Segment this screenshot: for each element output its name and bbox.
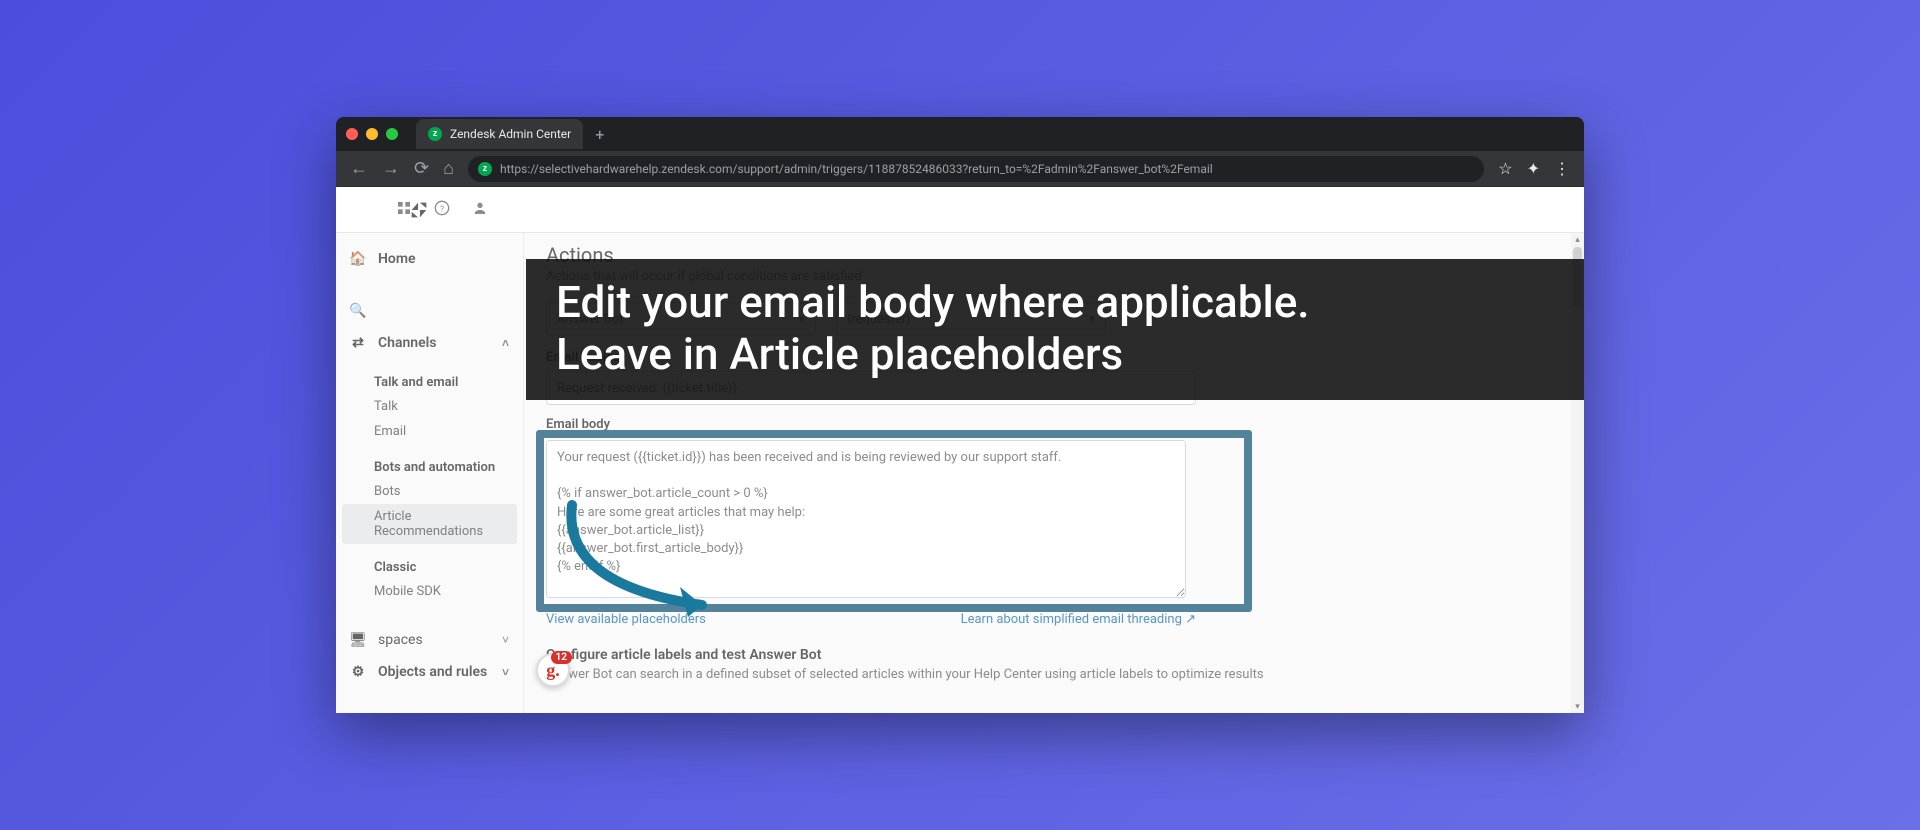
sidebar-objects-label: Objects and rules	[378, 664, 487, 680]
chevron-down-icon: ˅	[502, 665, 509, 679]
app-header: ?	[336, 187, 1584, 233]
sidebar-group-classic: Classic	[336, 554, 523, 579]
sidebar-article-recommendations[interactable]: Article Recommendations	[342, 504, 517, 544]
window-controls	[346, 128, 398, 140]
address-bar: ← → ⟳ ⌂ z https://selectivehardwarehelp.…	[336, 151, 1584, 187]
sidebar-home-label: Home	[378, 251, 416, 267]
sidebar-channels-label: Channels	[378, 335, 437, 351]
bookmark-icon[interactable]: ☆	[1498, 159, 1512, 178]
sidebar-email[interactable]: Email	[336, 419, 523, 444]
sidebar-home[interactable]: 🏠 Home	[336, 243, 523, 275]
configure-labels-heading: Configure article labels and test Answer…	[546, 647, 1562, 663]
scroll-up-icon[interactable]: ▴	[1571, 233, 1584, 246]
sidebar-objects-rules[interactable]: ⚙ Objects and rules ˅	[336, 656, 523, 688]
menu-icon[interactable]: ⋮	[1554, 159, 1570, 178]
instruction-text: Edit your email body where applicable. L…	[556, 277, 1584, 380]
close-window-icon[interactable]	[346, 128, 358, 140]
annotation-arrow	[552, 495, 742, 635]
grammarly-badge[interactable]: g. 12	[536, 653, 570, 687]
url-input[interactable]: z https://selectivehardwarehelp.zendesk.…	[468, 156, 1484, 182]
tab-bar: z Zendesk Admin Center +	[336, 117, 1584, 151]
home-button[interactable]: ⌂	[443, 158, 454, 179]
sidebar-group-bots: Bots and automation	[336, 454, 523, 479]
email-threading-link[interactable]: Learn about simplified email threading ↗	[961, 612, 1196, 627]
back-button[interactable]: ←	[350, 158, 368, 179]
search-icon: 🔍	[350, 303, 366, 319]
new-tab-button[interactable]: +	[595, 125, 604, 144]
scroll-down-icon[interactable]: ▾	[1571, 700, 1584, 713]
sidebar-search[interactable]: 🔍	[336, 295, 523, 327]
chevron-down-icon: ˅	[502, 633, 509, 647]
sidebar-spaces-label: spaces	[378, 632, 423, 648]
help-icon[interactable]: ?	[434, 200, 450, 220]
sidebar-channels[interactable]: ⇄ Channels ˄	[336, 327, 523, 359]
maximize-window-icon[interactable]	[386, 128, 398, 140]
tab-title: Zendesk Admin Center	[450, 127, 571, 141]
profile-icon[interactable]	[472, 200, 488, 220]
sidebar-talk[interactable]: Talk	[336, 394, 523, 419]
browser-window: z Zendesk Admin Center + ← → ⟳ ⌂ z https…	[336, 117, 1584, 713]
settings-icon: ⚙	[350, 664, 366, 680]
instruction-overlay: Edit your email body where applicable. L…	[526, 259, 1584, 400]
sidebar-group-talk-email: Talk and email	[336, 369, 523, 394]
forward-button[interactable]: →	[382, 158, 400, 179]
url-text: https://selectivehardwarehelp.zendesk.co…	[500, 162, 1213, 176]
zendesk-logo	[408, 199, 430, 226]
chevron-up-icon: ˄	[502, 336, 509, 350]
sidebar-spaces[interactable]: 🖥 spaces ˅	[336, 624, 523, 656]
sidebar: 🏠 Home 🔍 ⇄ Channels ˄ Talk and email Tal…	[336, 187, 524, 713]
browser-tab[interactable]: z Zendesk Admin Center	[416, 119, 583, 149]
reload-button[interactable]: ⟳	[414, 158, 429, 179]
home-icon: 🏠	[350, 251, 366, 267]
sidebar-mobile-sdk[interactable]: Mobile SDK	[336, 579, 523, 604]
sidebar-bots[interactable]: Bots	[336, 479, 523, 504]
channels-icon: ⇄	[350, 335, 366, 351]
configure-labels-description: Answer Bot can search in a defined subse…	[546, 667, 1562, 682]
minimize-window-icon[interactable]	[366, 128, 378, 140]
desktop-icon: 🖥	[350, 632, 366, 648]
grammarly-count: 12	[551, 651, 572, 664]
site-info-icon[interactable]: z	[478, 162, 492, 176]
svg-text:?: ?	[440, 204, 444, 214]
zendesk-favicon: z	[428, 127, 442, 141]
extensions-icon[interactable]: ✦	[1527, 159, 1540, 178]
